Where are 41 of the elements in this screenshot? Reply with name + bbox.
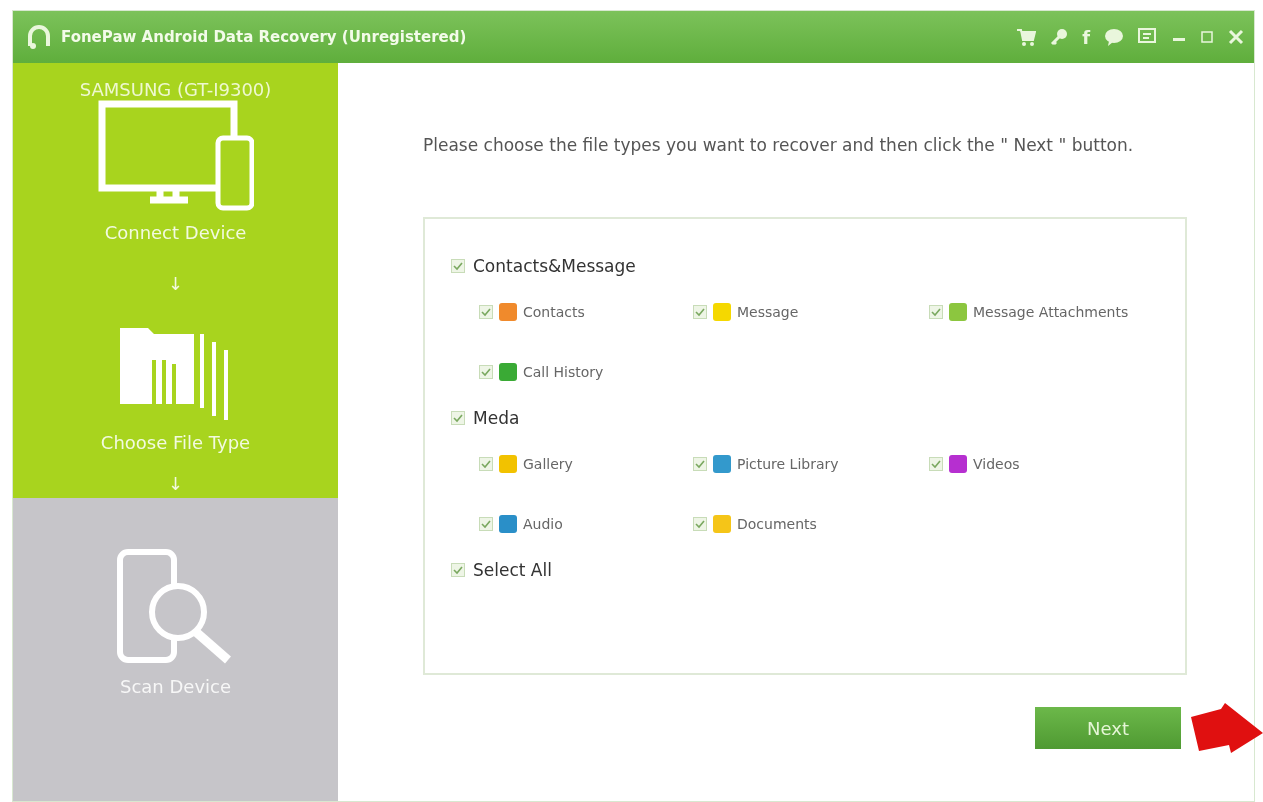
file-type-label: Documents	[737, 516, 817, 532]
checkbox[interactable]	[479, 457, 493, 471]
file-type-label: Gallery	[523, 456, 573, 472]
headphones-icon	[27, 24, 51, 50]
checkbox[interactable]	[451, 259, 465, 273]
select-all-label: Select All	[473, 560, 552, 580]
next-button[interactable]: Next	[1035, 707, 1181, 749]
device-name: SAMSUNG (GT-I9300)	[79, 79, 272, 100]
step-label: Choose File Type	[100, 432, 251, 453]
checkbox[interactable]	[479, 365, 493, 379]
window-title: FonePaw Android Data Recovery (Unregistered)	[61, 28, 468, 46]
group-label: Contacts&Message	[473, 256, 636, 276]
group-label: Meda	[473, 408, 520, 428]
checkbox[interactable]	[479, 517, 493, 531]
file-type-label: Picture Library	[737, 456, 839, 472]
instruction-text: Please choose the file types you want to recover and then click the " Next " button.	[423, 134, 1135, 157]
checkbox[interactable]	[929, 457, 943, 471]
file-type-label: Message Attachments	[973, 304, 1129, 320]
chat-icon[interactable]	[1104, 28, 1124, 46]
checkbox[interactable]	[693, 517, 707, 531]
facebook-icon[interactable]: f	[1082, 26, 1090, 48]
file-type-label: Message	[737, 304, 799, 320]
checkbox[interactable]	[693, 457, 707, 471]
step-label: Connect Device	[104, 222, 247, 243]
file-type-label: Audio	[523, 516, 563, 532]
file-type-label: Call History	[523, 364, 604, 380]
down-arrow: ↓	[167, 273, 184, 294]
feedback-icon[interactable]	[1138, 28, 1158, 46]
close-icon[interactable]	[1228, 29, 1244, 45]
checkbox[interactable]	[693, 305, 707, 319]
monitor-phone-icon	[97, 100, 254, 212]
maximize-icon[interactable]	[1200, 30, 1214, 44]
cart-icon[interactable]	[1016, 28, 1037, 46]
file-type-label: Videos	[973, 456, 1020, 472]
checkbox[interactable]	[451, 411, 465, 425]
key-icon[interactable]	[1050, 28, 1069, 46]
file-type-label: Contacts	[523, 304, 585, 320]
checkbox[interactable]	[929, 305, 943, 319]
checkbox[interactable]	[479, 305, 493, 319]
down-arrow: ↓	[167, 473, 184, 494]
checkbox[interactable]	[451, 563, 465, 577]
